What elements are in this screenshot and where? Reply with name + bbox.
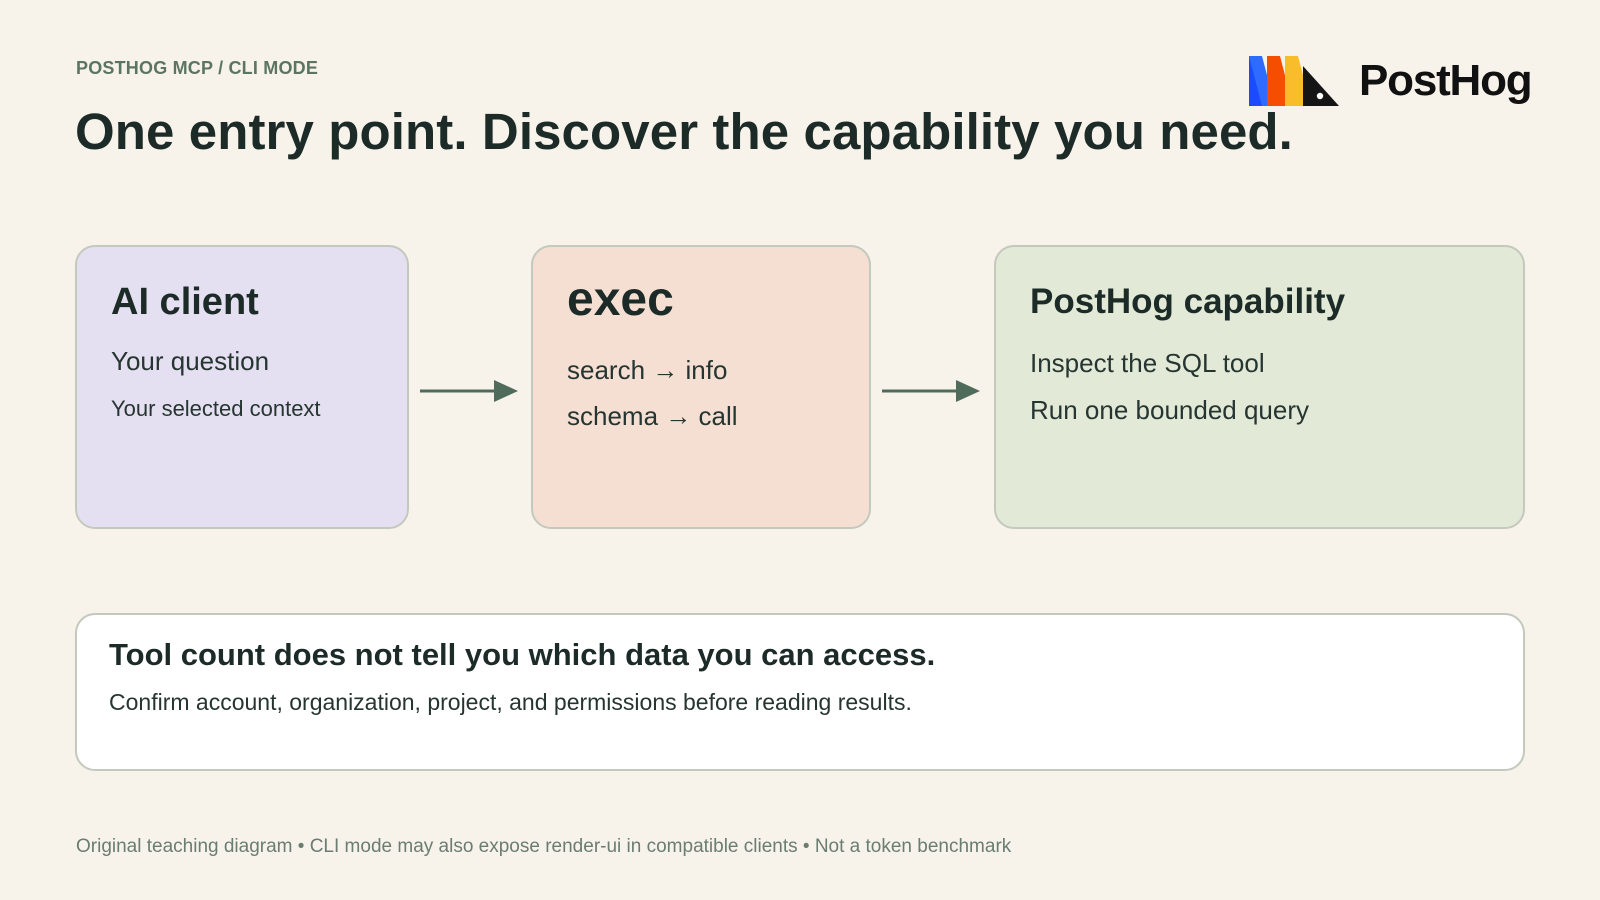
logo-wordmark: PostHog bbox=[1359, 56, 1533, 105]
access-note: Tool count does not tell you which data … bbox=[75, 613, 1525, 771]
exec-card: exec search → info schema → call bbox=[531, 245, 871, 529]
capability-line: Inspect the SQL tool bbox=[1030, 348, 1265, 378]
exec-line: search → info bbox=[567, 355, 728, 385]
exec-line: schema → call bbox=[567, 401, 738, 431]
ai-client-line: Your selected context bbox=[111, 396, 321, 421]
arrow-right-icon bbox=[882, 380, 980, 402]
note-body: Confirm account, organization, project, … bbox=[109, 689, 912, 715]
ai-client-card: AI client Your question Your selected co… bbox=[75, 245, 409, 529]
page-title: One entry point. Discover the capability… bbox=[75, 103, 1293, 160]
exec-title: exec bbox=[567, 273, 674, 326]
capability-title: PostHog capability bbox=[1030, 282, 1346, 321]
eyebrow-label: POSTHOG MCP / CLI MODE bbox=[76, 58, 319, 78]
arrow-right-icon bbox=[420, 380, 518, 402]
posthog-logo: PostHog bbox=[1249, 56, 1533, 106]
ai-client-title: AI client bbox=[111, 281, 259, 323]
footer-caption: Original teaching diagram • CLI mode may… bbox=[76, 836, 1012, 857]
capability-card: PostHog capability Inspect the SQL tool … bbox=[994, 245, 1525, 529]
capability-line: Run one bounded query bbox=[1030, 395, 1310, 425]
note-title: Tool count does not tell you which data … bbox=[109, 637, 936, 672]
posthog-logo-icon bbox=[1249, 56, 1339, 106]
ai-client-line: Your question bbox=[111, 346, 270, 376]
